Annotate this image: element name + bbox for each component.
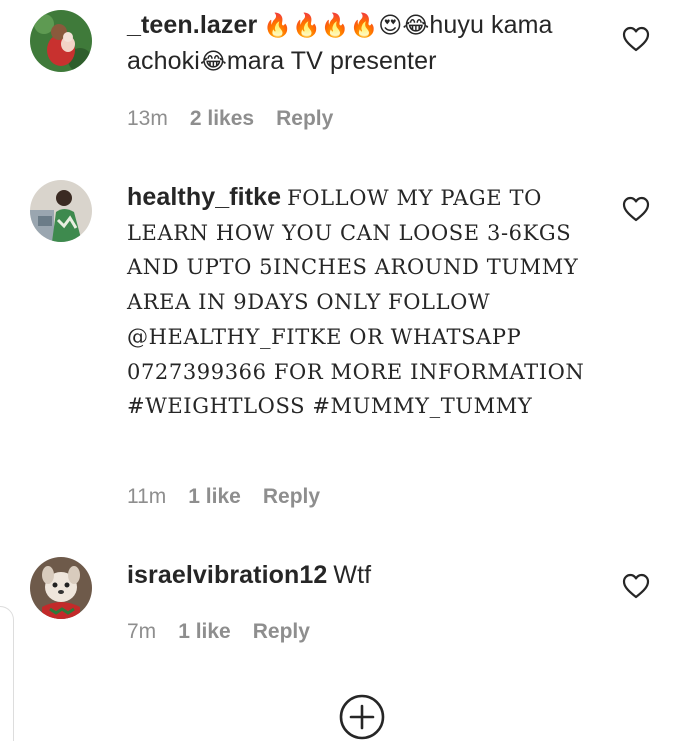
- comment-time: 11m: [127, 485, 167, 508]
- comment-body: FOLLOW MY PAGE TO LEARN HOW YOU CAN LOOS…: [127, 186, 585, 419]
- profile-photo-icon: [30, 180, 92, 242]
- reply-button[interactable]: Reply: [276, 107, 333, 131]
- avatar[interactable]: [30, 10, 92, 72]
- comment-text: _teen.lazer 🔥🔥🔥🔥😍😂huyu kama achoki😂mara T…: [127, 8, 597, 80]
- avatar[interactable]: [30, 180, 92, 242]
- comment-username[interactable]: _teen.lazer: [127, 11, 257, 39]
- comment-likes-count[interactable]: 1 like: [188, 485, 241, 509]
- comment-time: 13m: [127, 107, 168, 130]
- comments-screen: _teen.lazer 🔥🔥🔥🔥😍😂huyu kama achoki😂mara T…: [0, 0, 694, 741]
- comment-likes-count[interactable]: 1 like: [178, 620, 231, 644]
- comment-username[interactable]: healthy_fitke: [127, 183, 281, 211]
- comment-username[interactable]: israelvibration12: [127, 561, 327, 589]
- profile-photo-icon: [30, 557, 92, 619]
- reply-button[interactable]: Reply: [263, 485, 320, 509]
- comment-time: 7m: [127, 620, 157, 643]
- side-panel-edge: [0, 606, 14, 741]
- comment-likes-count[interactable]: 2 likes: [190, 107, 254, 131]
- comment-body: Wtf: [333, 561, 372, 589]
- avatar[interactable]: [30, 557, 92, 619]
- comment-text: healthy_fitke FOLLOW MY PAGE TO LEARN HOW…: [127, 180, 597, 424]
- heart-icon[interactable]: [622, 196, 650, 222]
- comment-emoji-laugh: 😂: [199, 49, 227, 75]
- comment-text-part-2: mara TV presenter: [226, 47, 437, 75]
- reply-button[interactable]: Reply: [253, 620, 310, 644]
- profile-photo-icon: [30, 10, 92, 72]
- heart-icon[interactable]: [622, 26, 650, 52]
- plus-circle-icon[interactable]: [338, 693, 386, 741]
- comment-text: israelvibration12 Wtf: [127, 558, 597, 593]
- comment-emojis: 🔥🔥🔥🔥😍😂: [263, 13, 430, 39]
- heart-icon[interactable]: [622, 573, 650, 599]
